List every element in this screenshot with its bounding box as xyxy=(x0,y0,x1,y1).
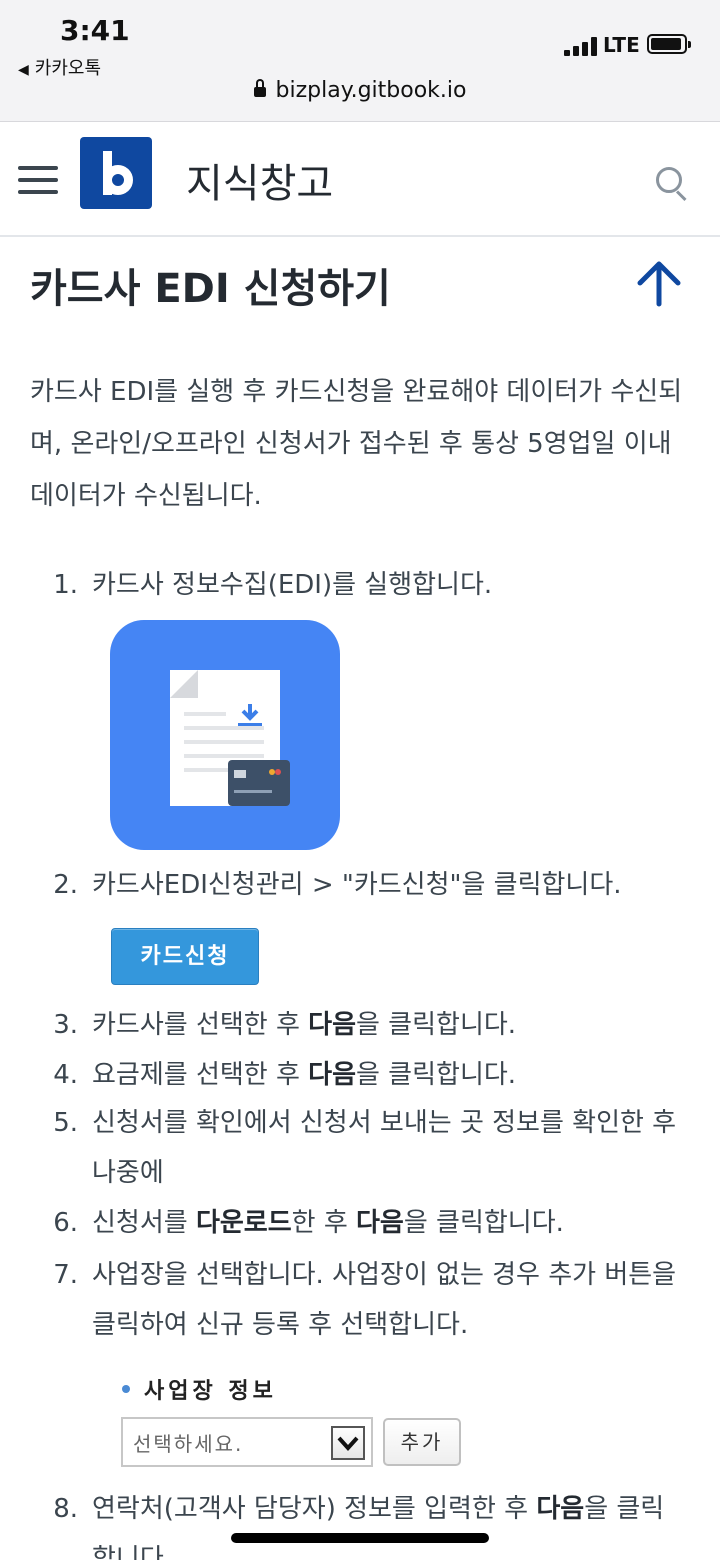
intro-paragraph: 카드사 EDI를 실행 후 카드신청을 완료해야 데이터가 수신되며, 온라인/… xyxy=(30,377,683,511)
step-text: 카드사EDI신청관리 > "카드신청"을 클릭합니다. xyxy=(92,870,622,900)
business-select[interactable]: 선택하세요. xyxy=(121,1417,373,1467)
site-header: 지식창고 xyxy=(0,123,720,237)
credit-card-icon xyxy=(228,760,290,806)
step-text: 카드사 정보수집(EDI)를 실행합니다. xyxy=(92,570,493,600)
step-number: 7. xyxy=(53,1260,78,1290)
step-text: 요금제를 선택한 후 다음을 클릭합니다. xyxy=(92,1060,517,1090)
step-number: 1. xyxy=(53,570,78,600)
url-text: bizplay.gitbook.io xyxy=(275,78,467,103)
back-triangle-icon: ◀ xyxy=(18,62,29,78)
address-bar[interactable]: bizplay.gitbook.io xyxy=(0,78,720,103)
step-text: 신청서를 확인에서 신청서 보내는 곳 정보를 확인한 후 나중에 xyxy=(92,1108,677,1188)
step-number: 8. xyxy=(53,1494,78,1524)
step-text: 신청서를 다운로드한 후 다음을 클릭합니다. xyxy=(92,1208,564,1238)
business-select-value: 선택하세요. xyxy=(133,1432,244,1456)
step-text: 카드사를 선택한 후 다음을 클릭합니다. xyxy=(92,1010,517,1040)
add-business-button[interactable]: 추가 xyxy=(383,1418,461,1466)
hamburger-icon[interactable] xyxy=(18,166,58,194)
card-edi-app-icon xyxy=(110,620,340,850)
signal-icon xyxy=(564,36,600,56)
lock-icon xyxy=(253,79,266,97)
back-app-label: 카카오톡 xyxy=(34,58,102,79)
home-indicator[interactable] xyxy=(231,1533,489,1543)
battery-icon xyxy=(647,34,691,54)
network-label: LTE xyxy=(603,33,640,57)
page-title: 카드사 EDI 신청하기 xyxy=(30,266,391,312)
business-info-label: 사업장 정보 xyxy=(122,1373,277,1405)
step-text: 사업장을 선택합니다. 사업장이 없는 경우 추가 버튼을 클릭하여 신규 등록… xyxy=(92,1260,677,1340)
back-to-app-link[interactable]: ◀ 카카오톡 xyxy=(18,54,101,80)
step-number: 4. xyxy=(53,1060,78,1090)
step-text: 연락처(고객사 담당자) 정보를 입력한 후 다음을 클릭합니다. xyxy=(92,1494,665,1560)
search-icon[interactable] xyxy=(656,167,690,202)
site-title[interactable]: 지식창고 xyxy=(186,151,333,209)
arrow-up-icon[interactable] xyxy=(632,258,686,308)
status-time: 3:41 xyxy=(60,14,130,47)
step-number: 2. xyxy=(53,870,78,900)
bizplay-logo[interactable] xyxy=(80,137,152,209)
bullet-icon xyxy=(122,1385,130,1393)
step-number: 3. xyxy=(53,1010,78,1040)
step-number: 5. xyxy=(53,1108,78,1138)
browser-status-bar: 3:41 ◀ 카카오톡 LTE bizplay.gitbook.io xyxy=(0,0,720,122)
step-number: 6. xyxy=(53,1208,78,1238)
chevron-down-icon[interactable] xyxy=(331,1426,365,1460)
card-request-button[interactable]: 카드신청 xyxy=(111,928,259,985)
